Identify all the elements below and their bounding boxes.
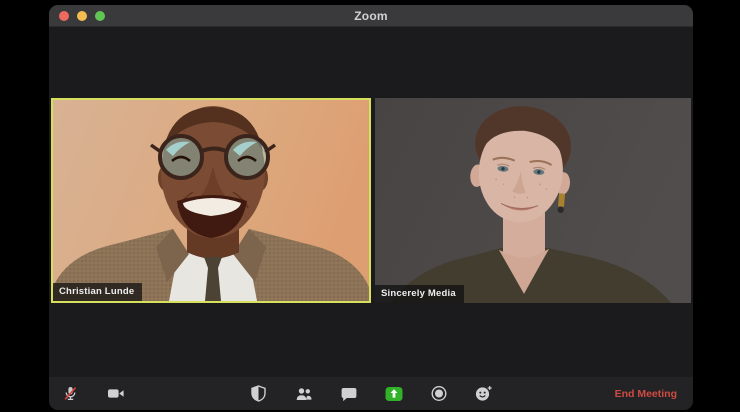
toolbar-center-group — [250, 385, 493, 403]
maximize-window-button[interactable] — [95, 10, 105, 21]
record-button[interactable] — [430, 385, 448, 403]
meeting-toolbar: End Meeting — [49, 377, 693, 410]
reactions-smiley-icon — [475, 386, 492, 401]
share-screen-button[interactable] — [385, 385, 403, 403]
record-icon — [430, 385, 447, 402]
window-title: Zoom — [354, 8, 388, 23]
security-button[interactable] — [250, 385, 268, 403]
traffic-lights — [59, 10, 105, 21]
titlebar: Zoom — [49, 5, 693, 27]
christian-lunde-video-feed — [53, 100, 369, 301]
video-camera-icon — [108, 389, 124, 398]
participants-button[interactable] — [295, 385, 313, 403]
chat-button[interactable] — [340, 385, 358, 403]
share-screen-icon — [385, 386, 402, 401]
video-tile-christian-lunde[interactable]: Christian Lunde — [51, 98, 371, 303]
microphone-muted-icon — [64, 387, 76, 401]
participant-name-label: Sincerely Media — [375, 285, 464, 303]
video-tile-sincerely-media[interactable]: Sincerely Media — [375, 98, 691, 303]
chat-bubble-icon — [341, 387, 356, 401]
toolbar-left-group — [61, 385, 125, 403]
video-area: Christian Lunde Sincerely Media — [49, 27, 693, 377]
participant-name-label: Christian Lunde — [53, 283, 143, 301]
minimize-window-button[interactable] — [77, 10, 87, 21]
zoom-window: Zoom Christian Lunde Sincerely Media End… — [49, 5, 693, 410]
end-meeting-button[interactable]: End Meeting — [609, 377, 683, 410]
video-tiles: Christian Lunde Sincerely Media — [51, 98, 691, 303]
stop-video-button[interactable] — [107, 385, 125, 403]
reactions-button[interactable] — [475, 385, 493, 403]
participants-icon — [296, 387, 311, 400]
close-window-button[interactable] — [59, 10, 69, 21]
sincerely-media-video-feed — [375, 98, 691, 303]
shield-icon — [251, 385, 266, 402]
mute-button[interactable] — [61, 385, 79, 403]
